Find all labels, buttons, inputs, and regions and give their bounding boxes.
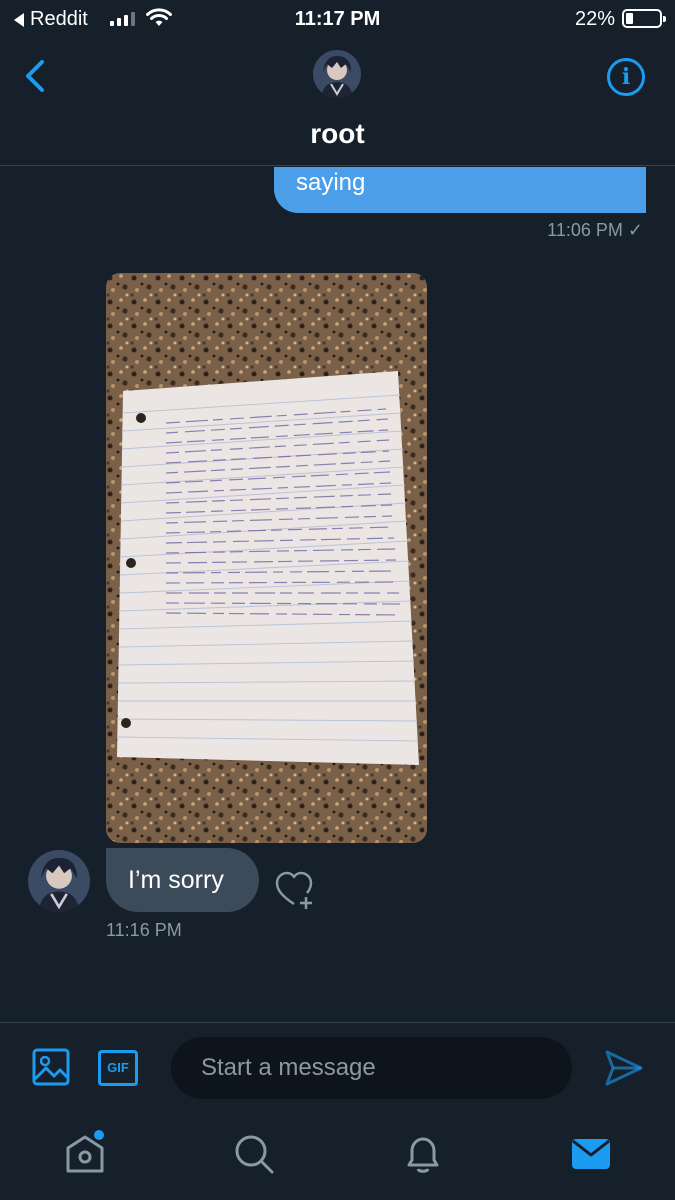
received-photo[interactable] <box>106 273 427 843</box>
message-composer: GIF <box>0 1022 675 1110</box>
bottom-nav <box>0 1110 675 1200</box>
status-bar: Reddit 11:17 PM 22% <box>0 0 675 38</box>
notifications-icon[interactable] <box>401 1132 445 1176</box>
sender-avatar-image <box>28 850 90 912</box>
sent-message-bubble[interactable]: saying <box>274 167 646 213</box>
battery-percent: 22% <box>574 8 615 30</box>
send-icon[interactable] <box>604 1049 644 1087</box>
info-button[interactable]: i <box>607 58 645 96</box>
clock: 11:17 PM <box>294 8 381 30</box>
sent-message-text: saying <box>296 169 366 196</box>
messages-icon[interactable] <box>569 1132 613 1176</box>
received-message-text: I’m sorry <box>128 866 224 894</box>
sender-avatar[interactable] <box>28 850 90 912</box>
sent-message-time: 11:06 PM <box>547 220 623 240</box>
avatar[interactable] <box>313 50 361 98</box>
sent-message-meta: 11:06 PM ✓ <box>547 220 643 241</box>
search-icon[interactable] <box>232 1132 276 1176</box>
conversation-header: root i <box>0 38 675 166</box>
gif-label: GIF <box>107 1060 129 1075</box>
battery-icon <box>622 9 666 28</box>
received-message-time: 11:16 PM <box>106 920 182 940</box>
like-heart-plus-icon[interactable] <box>274 870 314 910</box>
read-check-icon: ✓ <box>627 220 643 240</box>
back-button[interactable] <box>18 56 54 96</box>
gif-button[interactable]: GIF <box>98 1050 138 1086</box>
message-input[interactable] <box>171 1037 572 1099</box>
avatar-image <box>313 50 361 98</box>
conversation-title[interactable]: root <box>0 118 675 150</box>
notification-dot <box>94 1130 104 1140</box>
image-icon[interactable] <box>32 1048 70 1086</box>
photo-image <box>106 273 427 843</box>
received-message-bubble[interactable]: I’m sorry <box>106 848 259 912</box>
info-icon: i <box>621 64 631 90</box>
